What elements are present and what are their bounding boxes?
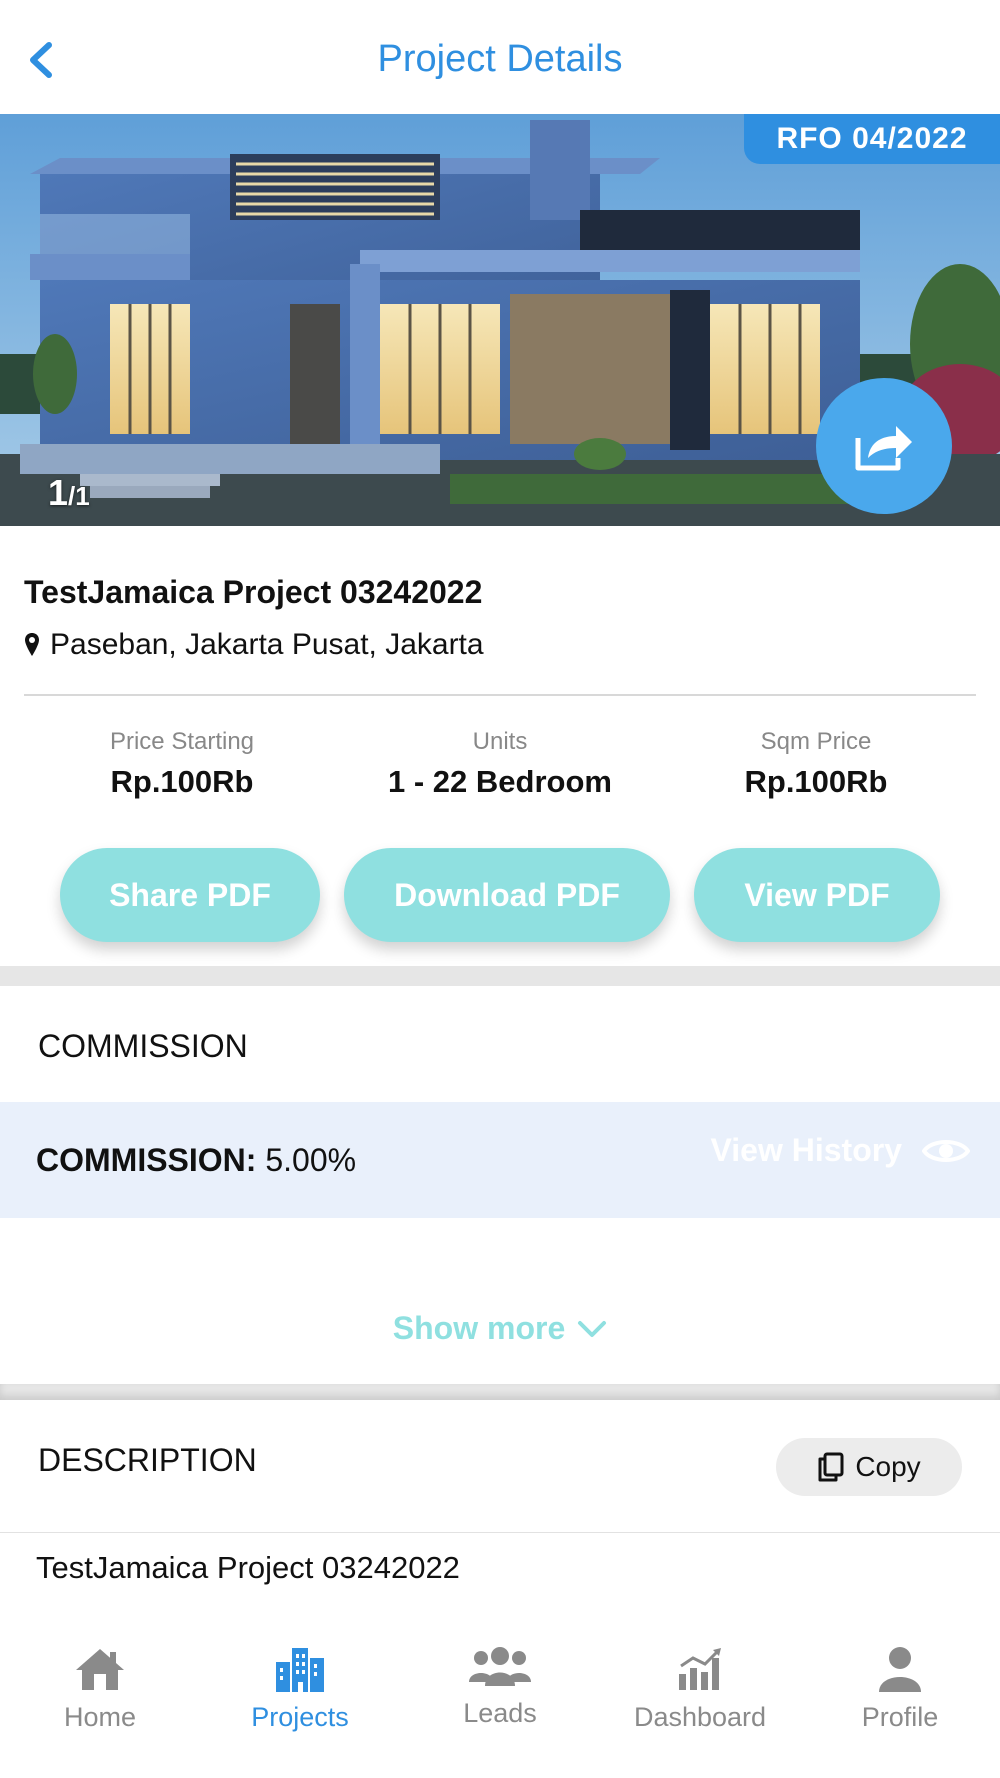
stat-value: 1 - 22 Bedroom xyxy=(388,764,612,799)
stat-value: Rp.100Rb xyxy=(744,764,888,799)
chart-icon xyxy=(679,1648,721,1690)
stat-label: Units xyxy=(472,728,528,755)
description-text: TestJamaica Project 03242022 xyxy=(36,1550,460,1585)
buildings-icon xyxy=(276,1648,324,1692)
commission-label: COMMISSION: xyxy=(36,1142,257,1178)
tab-projects[interactable]: Projects xyxy=(200,1646,400,1733)
tab-dashboard[interactable]: Dashboard xyxy=(600,1646,800,1733)
app-header: Project Details xyxy=(0,0,1000,114)
tab-label: Leads xyxy=(463,1698,537,1728)
rfo-badge: RFO 04/2022 xyxy=(744,114,1000,164)
tab-label: Dashboard xyxy=(633,1702,767,1732)
project-stats: Price Starting Rp.100Rb Units 1 - 22 Bed… xyxy=(0,728,1000,808)
description-heading: DESCRIPTION xyxy=(38,1442,257,1478)
tab-profile[interactable]: Profile xyxy=(800,1646,1000,1733)
people-icon xyxy=(469,1647,531,1686)
stat-value: Rp.100Rb xyxy=(110,764,254,799)
share-project-button[interactable] xyxy=(816,378,952,514)
project-image-carousel[interactable]: RFO 04/2022 1/1 xyxy=(0,114,1000,526)
chevron-down-icon xyxy=(578,1320,607,1337)
bottom-tab-bar: Home Projects Leads Dashboard Profile xyxy=(0,1620,1000,1778)
home-icon xyxy=(76,1649,124,1690)
show-more-label: Show more xyxy=(392,1310,566,1346)
tab-label: Home xyxy=(63,1702,137,1732)
view-history-button[interactable]: View History xyxy=(711,1132,970,1169)
tab-home[interactable]: Home xyxy=(0,1646,200,1733)
info-divider xyxy=(24,694,976,696)
map-pin-icon xyxy=(25,633,39,656)
page-title: Project Details xyxy=(377,38,623,80)
section-separator xyxy=(0,1384,1000,1400)
download-pdf-button[interactable]: Download PDF xyxy=(344,848,670,942)
image-counter-total: /1 xyxy=(68,481,90,511)
commission-text: COMMISSION: 5.00% xyxy=(36,1142,356,1179)
show-more-button[interactable]: Show more xyxy=(0,1310,1000,1347)
tab-leads[interactable]: Leads xyxy=(400,1646,600,1729)
stat-label: Sqm Price xyxy=(760,728,872,755)
person-icon xyxy=(879,1647,921,1692)
share-pdf-button[interactable]: Share PDF xyxy=(60,848,320,942)
copy-icon xyxy=(818,1452,844,1482)
view-pdf-button[interactable]: View PDF xyxy=(694,848,940,942)
project-location: Paseban, Jakarta Pusat, Jakarta xyxy=(24,628,484,662)
copy-button[interactable]: Copy xyxy=(776,1438,962,1496)
stat-label: Price Starting xyxy=(109,728,255,755)
view-history-label: View History xyxy=(710,1132,902,1168)
tab-label: Profile xyxy=(861,1702,939,1732)
description-divider xyxy=(0,1532,1000,1533)
share-icon xyxy=(855,426,912,471)
tab-label: Projects xyxy=(251,1702,349,1732)
project-name: TestJamaica Project 03242022 xyxy=(24,574,483,610)
image-counter: 1/1 xyxy=(48,472,90,514)
section-separator xyxy=(0,966,1000,986)
commission-heading: COMMISSION xyxy=(38,1028,248,1064)
image-counter-current: 1 xyxy=(48,472,69,513)
commission-row: COMMISSION: 5.00% View History xyxy=(0,1102,1000,1218)
eye-icon xyxy=(922,1139,970,1162)
commission-value: 5.00% xyxy=(265,1142,357,1178)
stat-price-starting: Price Starting Rp.100Rb xyxy=(22,728,342,800)
copy-label: Copy xyxy=(855,1451,921,1482)
stat-sqm-price: Sqm Price Rp.100Rb xyxy=(656,728,976,800)
stat-units: Units 1 - 22 Bedroom xyxy=(340,728,660,800)
location-text: Paseban, Jakarta Pusat, Jakarta xyxy=(50,628,484,661)
